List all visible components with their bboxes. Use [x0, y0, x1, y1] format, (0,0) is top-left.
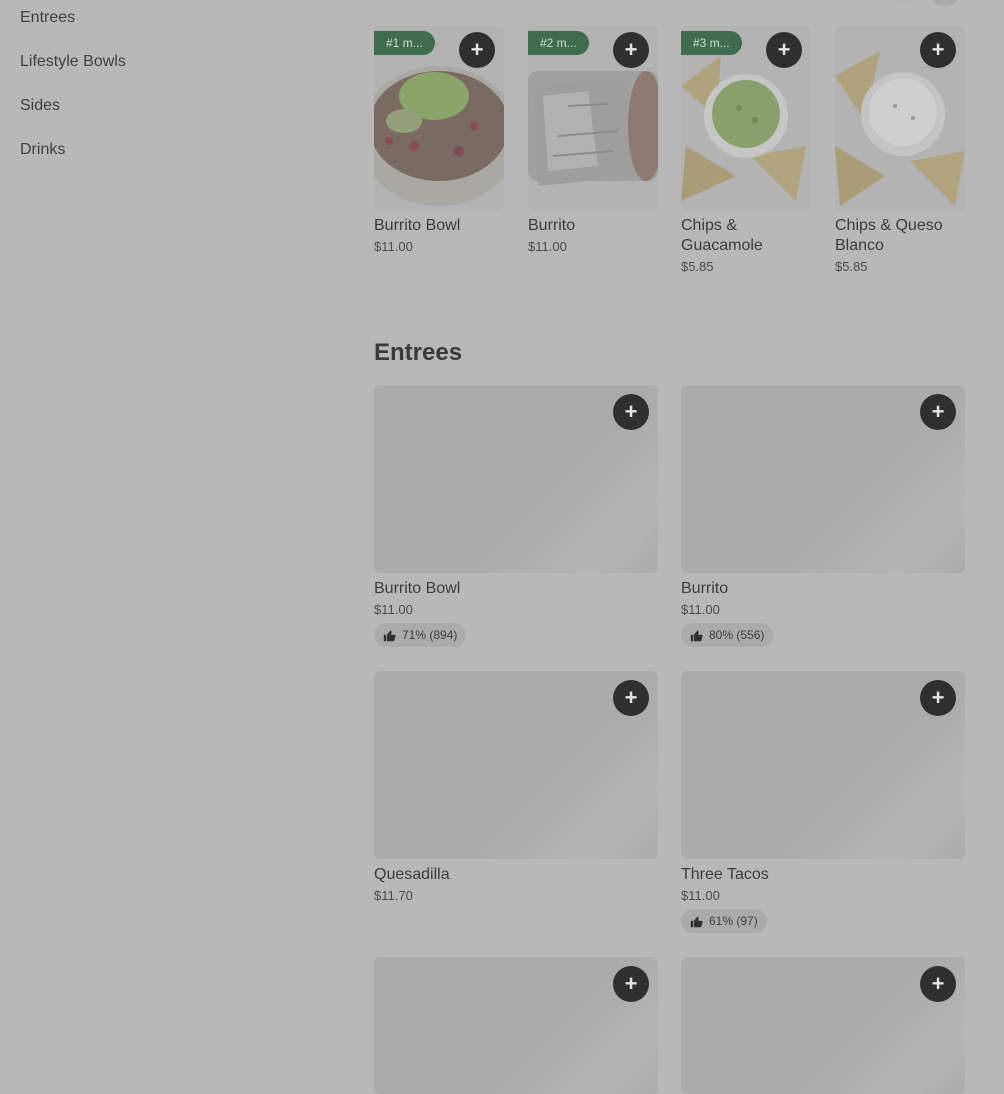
- add-to-order-button[interactable]: +: [459, 32, 495, 68]
- burrito-bowl-image: #1 m... +: [374, 26, 504, 210]
- carousel-next-button[interactable]: [930, 0, 960, 6]
- entree-card[interactable]: + Quesadilla $11.70: [374, 671, 658, 903]
- item-price: $11.00: [681, 888, 720, 903]
- carousel-prev-button[interactable]: [884, 0, 914, 6]
- item-image-placeholder: +: [374, 957, 658, 1094]
- item-name: Chips & Guacamole: [681, 217, 763, 254]
- add-to-order-button[interactable]: +: [613, 966, 649, 1002]
- item-name: Burrito Bowl: [374, 217, 461, 234]
- thumbs-up-icon: [690, 916, 703, 927]
- entree-card[interactable]: +: [681, 957, 965, 1094]
- rank-badge: #2 m...: [528, 31, 589, 55]
- item-name: Three Tacos: [681, 866, 769, 883]
- rank-badge: #3 m...: [681, 31, 742, 55]
- add-to-order-button[interactable]: +: [613, 32, 649, 68]
- item-price: $5.85: [681, 259, 714, 274]
- add-to-order-button[interactable]: +: [613, 680, 649, 716]
- item-image-placeholder: +: [681, 671, 965, 859]
- entree-card[interactable]: +: [374, 957, 658, 1094]
- rank-badge: #1 m...: [374, 31, 435, 55]
- item-price: $11.00: [681, 602, 720, 617]
- add-to-order-button[interactable]: +: [920, 966, 956, 1002]
- rating-badge: 61% (97): [681, 909, 767, 933]
- rating-text: 61% (97): [709, 914, 758, 928]
- item-image-placeholder: +: [374, 671, 658, 859]
- thumbs-up-icon: [690, 630, 703, 641]
- sidebar-item-drinks[interactable]: Drinks: [20, 141, 65, 159]
- rating-badge: 71% (894): [374, 623, 467, 647]
- item-price: $5.85: [835, 259, 868, 274]
- entree-card[interactable]: + Three Tacos $11.00 61% (97): [681, 671, 965, 933]
- rating-badge: 80% (556): [681, 623, 774, 647]
- burrito-image: #2 m... +: [528, 26, 658, 210]
- guacamole-image: #3 m... +: [681, 26, 811, 210]
- item-image-placeholder: +: [681, 385, 965, 573]
- item-name: Quesadilla: [374, 866, 450, 883]
- add-to-order-button[interactable]: +: [920, 394, 956, 430]
- item-price: $11.70: [374, 888, 413, 903]
- popular-item-card[interactable]: #2 m... + Burrito $11.00: [528, 26, 658, 254]
- item-name: Chips & Queso Blanco: [835, 217, 943, 254]
- popular-item-card[interactable]: #1 m... + Burrito Bowl $11.00: [374, 26, 504, 254]
- popular-item-card[interactable]: #3 m... + Chips & Guacamole $5.85: [681, 26, 811, 274]
- item-name: Burrito: [681, 580, 729, 597]
- item-price: $11.00: [528, 239, 567, 254]
- sidebar-item-entrees[interactable]: Entrees: [20, 9, 75, 27]
- add-to-order-button[interactable]: +: [613, 394, 649, 430]
- item-name: Burrito Bowl: [374, 580, 461, 597]
- add-to-order-button[interactable]: +: [766, 32, 802, 68]
- thumbs-up-icon: [383, 630, 396, 641]
- item-price: $11.00: [374, 239, 413, 254]
- add-to-order-button[interactable]: +: [920, 32, 956, 68]
- item-image-placeholder: +: [374, 385, 658, 573]
- item-image-placeholder: +: [681, 957, 965, 1094]
- add-to-order-button[interactable]: +: [920, 680, 956, 716]
- rating-text: 80% (556): [709, 628, 765, 642]
- popular-item-card[interactable]: + Chips & Queso Blanco $5.85: [835, 26, 965, 274]
- sidebar-item-lifestyle-bowls[interactable]: Lifestyle Bowls: [20, 53, 126, 71]
- rating-text: 71% (894): [402, 628, 458, 642]
- sidebar-item-sides[interactable]: Sides: [20, 97, 60, 115]
- item-name: Burrito: [528, 217, 576, 234]
- item-price: $11.00: [374, 602, 413, 617]
- entree-card[interactable]: + Burrito Bowl $11.00 71% (894): [374, 385, 658, 647]
- queso-image: +: [835, 26, 965, 210]
- entree-card[interactable]: + Burrito $11.00 80% (556): [681, 385, 965, 647]
- section-title: Entrees: [374, 339, 463, 366]
